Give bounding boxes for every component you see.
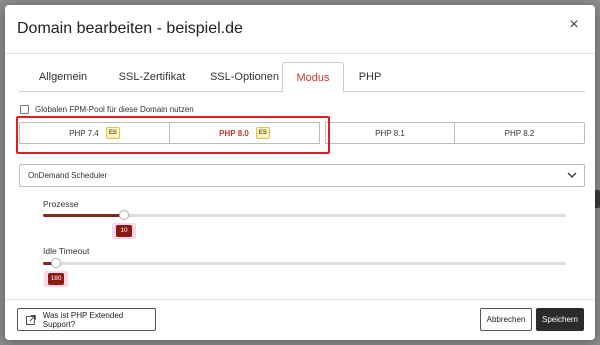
prozesse-slider-thumb[interactable] <box>119 210 130 220</box>
php-8-1-button[interactable]: PHP 8.1 <box>325 122 455 144</box>
php-7-4-button[interactable]: PHP 7.4 ES <box>19 122 170 144</box>
idle-timeout-slider[interactable] <box>43 258 566 268</box>
extended-support-help-button[interactable]: Was ist PHP Extended Support? <box>17 308 156 331</box>
scheduler-value: OnDemand Scheduler <box>28 171 108 180</box>
divider <box>5 53 595 54</box>
extended-support-badge: ES <box>255 127 270 139</box>
idle-timeout-value-tooltip: 180 <box>48 273 65 285</box>
tab-ssl-optionen[interactable]: SSL-Optionen <box>202 62 287 92</box>
extended-support-badge: ES <box>105 127 120 139</box>
php-version-selector: PHP 7.4 ES PHP 8.0 ES PHP 8.1 PHP 8.2 <box>19 122 585 144</box>
tab-ssl-zertifikat[interactable]: SSL-Zertifikat <box>105 62 199 92</box>
prozesse-label: Prozesse <box>43 199 79 209</box>
tab-php[interactable]: PHP <box>349 62 391 92</box>
help-button-label: Was ist PHP Extended Support? <box>42 310 124 329</box>
php-8-0-button[interactable]: PHP 8.0 ES <box>169 122 320 144</box>
php-version-label: PHP 8.0 <box>219 128 249 138</box>
prozesse-slider[interactable] <box>43 210 566 220</box>
cancel-button[interactable]: Abbrechen <box>480 308 532 331</box>
php-8-2-button[interactable]: PHP 8.2 <box>454 122 585 144</box>
dialog-title: Domain bearbeiten - beispiel.de <box>17 20 243 37</box>
idle-timeout-label: Idle Timeout <box>43 246 90 256</box>
save-button[interactable]: Speichern <box>536 308 584 331</box>
fpm-pool-checkbox[interactable] <box>20 104 29 114</box>
footer-divider <box>5 299 595 300</box>
idle-timeout-slider-thumb[interactable] <box>51 258 62 268</box>
php-version-label: PHP 7.4 <box>69 128 99 138</box>
scheduler-select[interactable]: OnDemand Scheduler <box>19 164 585 187</box>
prozesse-slider-fill <box>43 214 125 217</box>
php-version-label: PHP 8.2 <box>504 128 535 138</box>
php-version-label: PHP 8.1 <box>375 128 405 138</box>
fpm-pool-option[interactable]: Globalen FPM-Pool für diese Domain nutze… <box>20 102 194 116</box>
tab-modus[interactable]: Modus <box>282 62 344 93</box>
chevron-down-icon <box>567 172 577 178</box>
external-link-icon <box>26 314 36 325</box>
tab-bar: Allgemein SSL-Zertifikat SSL-Optionen Mo… <box>19 62 585 93</box>
tab-allgemein[interactable]: Allgemein <box>27 62 99 92</box>
fpm-pool-label: Globalen FPM-Pool für diese Domain nutze… <box>35 104 194 114</box>
edit-domain-dialog: Domain bearbeiten - beispiel.de × Allgem… <box>5 5 595 340</box>
close-icon[interactable]: × <box>566 17 582 33</box>
prozesse-value-tooltip: 10 <box>116 225 133 237</box>
